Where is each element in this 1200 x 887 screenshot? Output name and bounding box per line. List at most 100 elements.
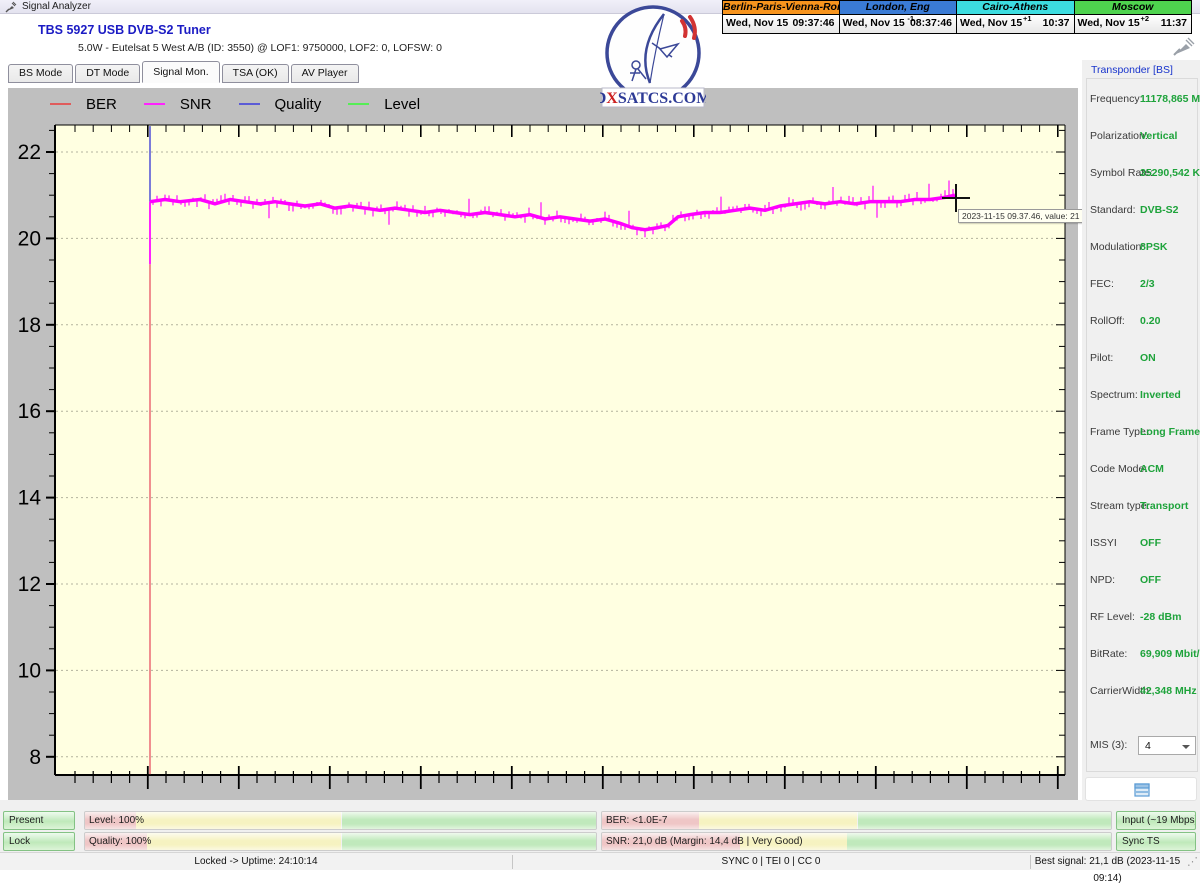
- chevron-down-icon: [1182, 745, 1190, 749]
- clock-time: 10:37: [1043, 17, 1070, 29]
- transponder-row: Modulation:8PSK: [1090, 241, 1196, 255]
- sync-ts-indicator: Sync TS: [1116, 832, 1196, 851]
- transponder-row-label: Spectrum:: [1090, 389, 1138, 401]
- transponder-row: RollOff: 0.20: [1090, 315, 1196, 329]
- clock-time: 11:37: [1161, 17, 1187, 29]
- clock-date: Wed, Nov 15: [1078, 17, 1140, 29]
- y-tick-label: 20: [18, 227, 41, 250]
- quality-bar: Quality: 100%: [84, 832, 597, 851]
- y-tick-label: 16: [18, 400, 41, 423]
- transponder-row-value: Long Frame: [1140, 426, 1200, 438]
- transponder-row-label: RollOff:: [1090, 315, 1125, 327]
- transponder-row-value: 0.20: [1140, 315, 1160, 327]
- status-best-signal: Best signal: 21,1 dB (2023-11-15 09:14): [1030, 853, 1185, 871]
- input-indicator: Input (~19 Mbps): [1116, 811, 1196, 830]
- transponder-row: Polarization:Vertical: [1090, 130, 1196, 144]
- transponder-groupbox: [1086, 78, 1198, 772]
- transponder-row-label: NPD:: [1090, 574, 1115, 586]
- transponder-row-value: DVB-S2: [1140, 204, 1179, 216]
- transponder-row-label: Standard:: [1090, 204, 1136, 216]
- status-uptime: Locked -> Uptime: 24:10:14: [0, 853, 512, 871]
- clock-time-row: Wed, Nov 15+1 10:37: [957, 15, 1074, 33]
- bar-text: Level: 100%: [89, 812, 144, 830]
- mis-row: MIS (3): 4: [1090, 736, 1196, 755]
- ts-info-button[interactable]: [1085, 777, 1197, 801]
- plot-background: [55, 125, 1065, 775]
- lock-indicator: Lock: [3, 832, 75, 851]
- transponder-row-label: Modulation:: [1090, 241, 1144, 253]
- transponder-row: Symbol Rate:35290,542 KS/s: [1090, 167, 1196, 181]
- chart-tooltip: 2023-11-15 09.37.46, value: 21: [958, 209, 1084, 223]
- bar-shine: [85, 833, 596, 850]
- clock-time: 09:37:46: [792, 17, 834, 29]
- transponder-row-value: Inverted: [1140, 389, 1181, 401]
- tab-dt-mode[interactable]: DT Mode: [75, 64, 140, 83]
- clock-date: Wed, Nov 15: [726, 17, 788, 29]
- status-sync-counters: SYNC 0 | TEI 0 | CC 0: [512, 853, 1030, 871]
- chart-region: BERSNRQualityLevel 810121416182022 2023-…: [8, 88, 1078, 800]
- clock-2: London, EngWed, Nov 15-108:37:46: [840, 0, 958, 34]
- transponder-row: Frame Type:Long Frame: [1090, 426, 1196, 440]
- bar-shine: [85, 812, 596, 829]
- transponder-row: NPD:OFF: [1090, 574, 1196, 588]
- transponder-row-value: 8PSK: [1140, 241, 1167, 253]
- bar-text: Quality: 100%: [89, 833, 151, 851]
- clock-time-row: Wed, Nov 15 09:37:46: [723, 15, 839, 33]
- mis-dropdown[interactable]: 4: [1138, 736, 1196, 755]
- ber-bar: BER: <1.0E-7: [601, 811, 1112, 830]
- transponder-row-value: Vertical: [1140, 130, 1177, 142]
- satellite-icon: [5, 1, 17, 13]
- transponder-row-value: 35290,542 KS/s: [1140, 167, 1200, 179]
- tab-signal-mon-[interactable]: Signal Mon.: [142, 61, 219, 83]
- y-tick-label: 18: [18, 314, 41, 337]
- transponder-row: Stream type:Transport: [1090, 500, 1196, 514]
- resize-grip[interactable]: ⋰: [1187, 855, 1198, 868]
- transponder-row-label: Frequency:: [1090, 93, 1143, 105]
- y-tick-label: 12: [18, 573, 41, 596]
- transponder-row-value: ACM: [1140, 463, 1164, 475]
- transponder-row: Standard: DVB-S2: [1090, 204, 1196, 218]
- transponder-title: Transponder [BS]: [1088, 64, 1176, 76]
- list-icon: [1134, 783, 1150, 797]
- clock-4: MoscowWed, Nov 15+211:37: [1075, 0, 1193, 34]
- snr-bar: SNR: 21,0 dB (Margin: 14,4 dB | Very Goo…: [601, 832, 1112, 851]
- tab-bs-mode[interactable]: BS Mode: [8, 64, 73, 83]
- mis-label: MIS (3):: [1090, 739, 1127, 751]
- clock-city: Moscow: [1075, 1, 1192, 15]
- transponder-panel: Transponder [BS] Frequency:11178,865 MHz…: [1082, 60, 1200, 800]
- y-tick-label: 22: [18, 141, 41, 164]
- tab-bar: BS ModeDT ModeSignal Mon.TSA (OK)AV Play…: [8, 64, 361, 86]
- transponder-row-label: Code Mode:: [1090, 463, 1147, 475]
- y-tick-label: 8: [29, 746, 41, 769]
- clock-date: Wed, Nov 15: [843, 17, 905, 29]
- transponder-row: RF Level:-28 dBm: [1090, 611, 1196, 625]
- signal-analyzer-window: Signal Analyzer TBS 5927 USB DVB-S2 Tune…: [0, 0, 1200, 870]
- tuner-name: TBS 5927 USB DVB-S2 Tuner: [38, 23, 211, 37]
- logo-text: DXSATCS.COM: [600, 90, 706, 107]
- transponder-row-value: 42,348 MHz: [1140, 685, 1197, 697]
- transponder-row-value: 69,909 Mbit/s: [1140, 648, 1200, 660]
- clock-3: Cairo-Athens Wed, Nov 15+1 10:37: [957, 0, 1075, 34]
- clock-city: Berlin-Paris-Vienna-Roma: [723, 1, 839, 15]
- clock-1: Berlin-Paris-Vienna-Roma Wed, Nov 15 09:37…: [722, 0, 840, 34]
- status-bar: Locked -> Uptime: 24:10:14 SYNC 0 | TEI …: [0, 852, 1200, 870]
- present-indicator: Present: [3, 811, 75, 830]
- clock-city: Cairo-Athens: [957, 1, 1074, 15]
- transponder-row-label: FEC:: [1090, 278, 1114, 290]
- clock-date: Wed, Nov 15: [960, 17, 1022, 29]
- transponder-row: Spectrum:Inverted: [1090, 389, 1196, 403]
- tuner-details: 5.0W - Eutelsat 5 West A/B (ID: 3550) @ …: [78, 42, 442, 54]
- clock-time: 08:37:46: [910, 17, 952, 29]
- tab-av-player[interactable]: AV Player: [291, 64, 359, 83]
- bar-text: SNR: 21,0 dB (Margin: 14,4 dB | Very Goo…: [606, 833, 803, 851]
- clock-utc-offset: +1: [1023, 14, 1032, 23]
- transponder-row-value: 2/3: [1140, 278, 1155, 290]
- transponder-row-value: OFF: [1140, 537, 1161, 549]
- tab-tsa-ok-[interactable]: TSA (OK): [222, 64, 289, 83]
- clock-city: London, Eng: [840, 1, 957, 15]
- clock-time-row: Wed, Nov 15-108:37:46: [840, 15, 957, 33]
- dxsatcs-logo: DXSATCS.COM: [600, 3, 706, 111]
- bar-text: BER: <1.0E-7: [606, 812, 667, 830]
- clock-time-row: Wed, Nov 15+211:37: [1075, 15, 1192, 33]
- signal-chart: 810121416182022: [8, 88, 1078, 800]
